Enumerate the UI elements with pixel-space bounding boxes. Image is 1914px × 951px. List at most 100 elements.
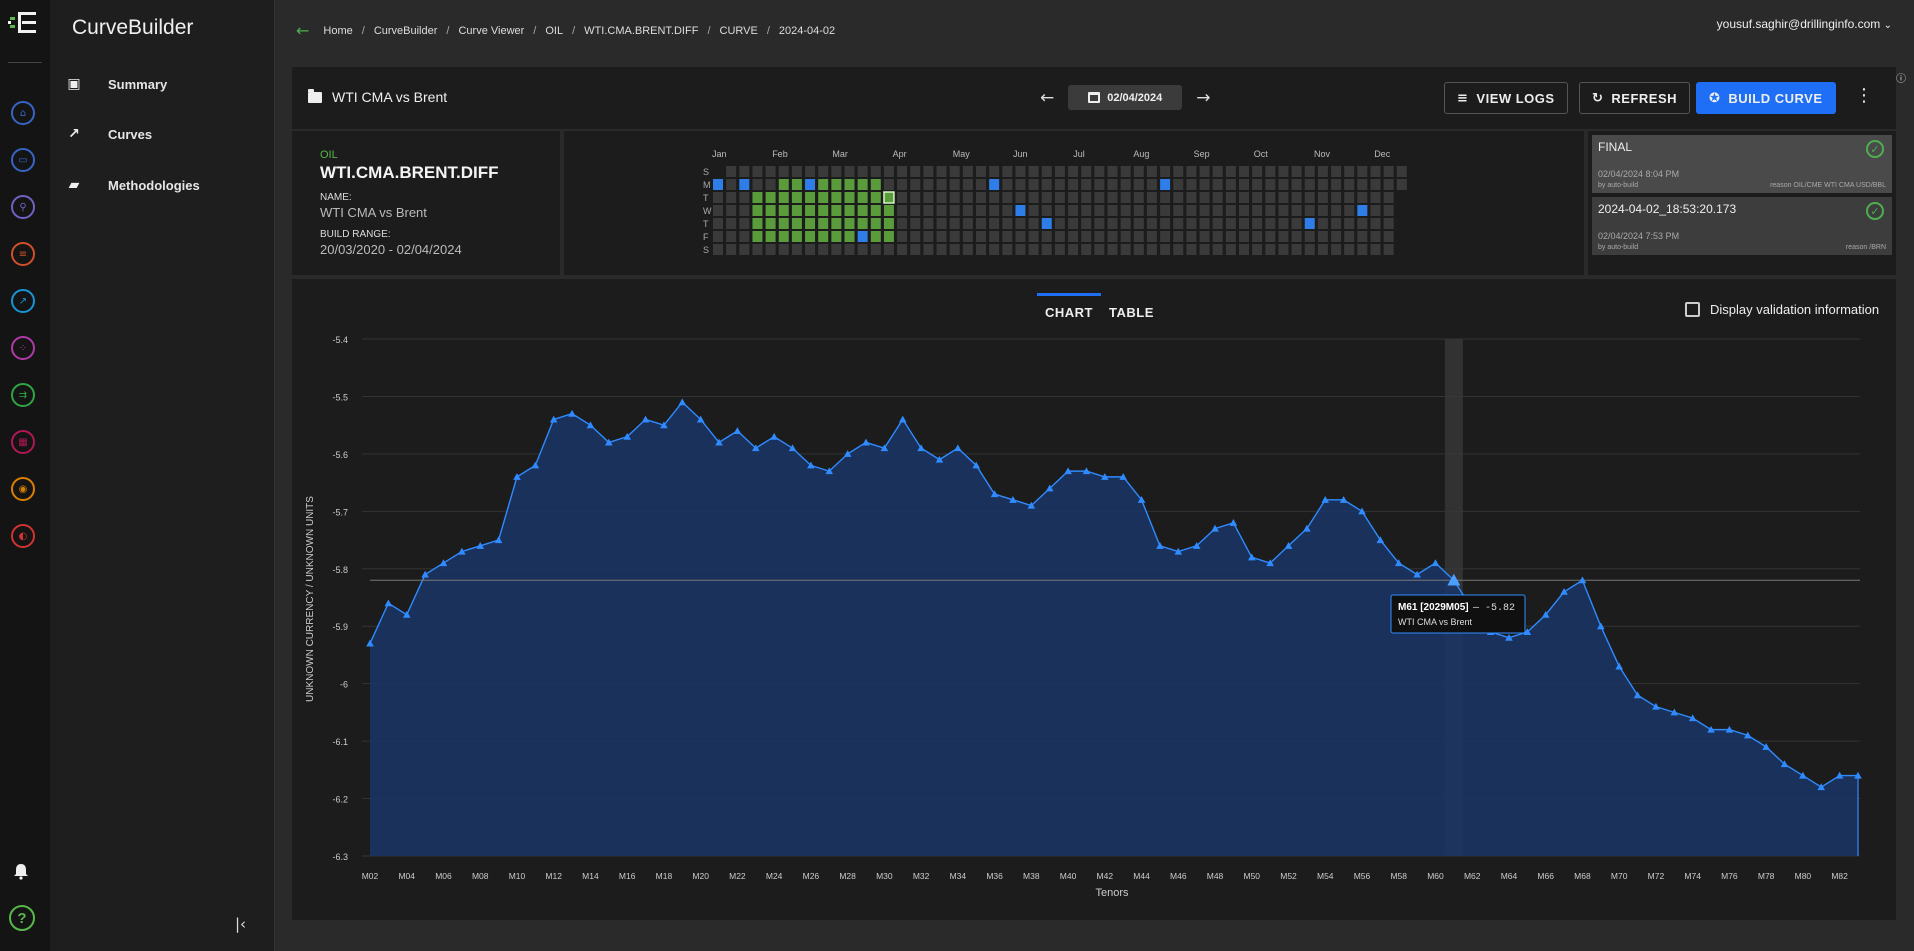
calendar-day-cell[interactable] — [962, 231, 973, 242]
calendar-day-cell[interactable] — [910, 166, 921, 177]
calendar-day-cell[interactable] — [936, 179, 947, 190]
calendar-day-cell[interactable] — [778, 218, 789, 229]
calendar-day-cell[interactable] — [739, 231, 750, 242]
calendar-day-cell[interactable] — [936, 205, 947, 216]
calendar-day-cell[interactable] — [1120, 192, 1131, 203]
crumb-curvebuilder[interactable]: CurveBuilder — [374, 25, 438, 37]
calendar-day-cell[interactable] — [1383, 205, 1394, 216]
calendar-day-cell[interactable] — [883, 179, 894, 190]
calendar-day-cell[interactable] — [752, 218, 763, 229]
calendar-day-cell[interactable] — [765, 179, 776, 190]
calendar-day-cell[interactable] — [857, 244, 868, 255]
build-item[interactable]: 2024-04-02_18:53:20.173 ✓ 02/04/2024 7:5… — [1592, 197, 1892, 255]
calendar-day-cell[interactable] — [713, 218, 723, 229]
calendar-day-cell[interactable] — [1160, 179, 1171, 190]
calendar-day-cell[interactable] — [713, 231, 723, 242]
calendar-day-cell[interactable] — [1304, 179, 1315, 190]
calendar-day-cell[interactable] — [989, 205, 1000, 216]
calendar-day-cell[interactable] — [805, 166, 816, 177]
calendar-day-cell[interactable] — [1278, 231, 1289, 242]
calendar-day-cell[interactable] — [1107, 192, 1118, 203]
calendar-day-cell[interactable] — [844, 179, 855, 190]
calendar-day-cell[interactable] — [897, 166, 908, 177]
calendar-day-cell[interactable] — [962, 179, 973, 190]
calendar-day-cell[interactable] — [1015, 244, 1026, 255]
calendar-day-cell[interactable] — [1199, 192, 1210, 203]
calendar-day-cell[interactable] — [726, 192, 737, 203]
back-arrow-icon[interactable]: ← — [296, 21, 309, 40]
calendar-day-cell[interactable] — [1107, 244, 1118, 255]
calendar-day-cell[interactable] — [1054, 244, 1065, 255]
calendar-day-cell[interactable] — [1212, 179, 1223, 190]
calendar-day-cell[interactable] — [976, 205, 986, 216]
calendar-day-cell[interactable] — [1041, 179, 1052, 190]
bank-icon[interactable]: ⌂ — [11, 101, 35, 125]
calendar-day-cell[interactable] — [962, 166, 973, 177]
calendar-day-cell[interactable] — [1304, 205, 1315, 216]
calendar-day-cell[interactable] — [1160, 244, 1171, 255]
calendar-day-cell[interactable] — [1357, 244, 1368, 255]
calendar-day-cell[interactable] — [1252, 231, 1263, 242]
calendar-day-cell[interactable] — [1173, 192, 1184, 203]
calendar-day-cell[interactable] — [1331, 244, 1342, 255]
calendar-day-cell[interactable] — [1291, 218, 1302, 229]
calendar-day-cell[interactable] — [805, 192, 816, 203]
calendar-day-cell[interactable] — [1133, 192, 1144, 203]
user-icon[interactable]: ◉ — [11, 477, 35, 501]
calendar-day-cell[interactable] — [1344, 166, 1355, 177]
calendar-day-cell[interactable] — [765, 166, 776, 177]
calendar-day-cell[interactable] — [1344, 231, 1355, 242]
calendar-day-cell[interactable] — [949, 231, 960, 242]
calendar-day-cell[interactable] — [818, 179, 829, 190]
calendar-day-cell[interactable] — [1094, 218, 1105, 229]
calendar-day-cell[interactable] — [1133, 179, 1144, 190]
calendar-day-cell[interactable] — [1370, 166, 1381, 177]
calendar-day-cell[interactable] — [910, 192, 921, 203]
data-point[interactable] — [733, 427, 742, 434]
calendar-day-cell[interactable] — [1054, 179, 1065, 190]
calendar-day-cell[interactable] — [1383, 179, 1394, 190]
calendar-day-cell[interactable] — [910, 244, 921, 255]
calendar-day-cell[interactable] — [910, 218, 921, 229]
calendar-day-cell[interactable] — [1239, 179, 1249, 190]
calendar-day-cell[interactable] — [897, 231, 908, 242]
calendar-day-cell[interactable] — [1094, 231, 1105, 242]
calendar-day-cell[interactable] — [1252, 166, 1263, 177]
calendar-day-cell[interactable] — [739, 218, 750, 229]
calendar-day-cell[interactable] — [1225, 205, 1236, 216]
calendar-day-cell[interactable] — [1383, 231, 1394, 242]
calendar-day-cell[interactable] — [923, 218, 934, 229]
calendar-day-cell[interactable] — [1239, 166, 1249, 177]
calendar-day-cell[interactable] — [831, 231, 842, 242]
calendar-day-cell[interactable] — [1265, 179, 1276, 190]
calendar-day-cell[interactable] — [976, 218, 986, 229]
calendar-day-cell[interactable] — [1317, 231, 1328, 242]
calendar-day-cell[interactable] — [1396, 166, 1407, 177]
calendar-day-cell[interactable] — [1357, 205, 1368, 216]
calendar-day-cell[interactable] — [857, 205, 868, 216]
calendar-day-cell[interactable] — [844, 192, 855, 203]
calendar-day-cell[interactable] — [976, 179, 986, 190]
calendar-day-cell[interactable] — [1239, 218, 1249, 229]
calendar-day-cell[interactable] — [1081, 205, 1092, 216]
calendar-day-cell[interactable] — [962, 244, 973, 255]
calendar-day-cell[interactable] — [791, 179, 802, 190]
calendar-day-cell[interactable] — [1133, 244, 1144, 255]
calendar-day-cell[interactable] — [857, 166, 868, 177]
calendar-day-cell[interactable] — [1173, 205, 1184, 216]
calendar-day-cell[interactable] — [949, 179, 960, 190]
calendar-day-cell[interactable] — [791, 231, 802, 242]
calendar-day-selected[interactable] — [883, 191, 895, 204]
calendar-day-cell[interactable] — [726, 244, 737, 255]
calendar-day-cell[interactable] — [1015, 218, 1026, 229]
calendar-day-cell[interactable] — [1291, 205, 1302, 216]
date-picker[interactable]: 02/04/2024 — [1068, 85, 1183, 110]
calendar-day-cell[interactable] — [818, 218, 829, 229]
calendar-day-cell[interactable] — [778, 244, 789, 255]
calendar-day-cell[interactable] — [1120, 179, 1131, 190]
build-curve-button[interactable]: ✪ BUILD CURVE — [1696, 82, 1836, 114]
calendar-day-cell[interactable] — [765, 231, 776, 242]
calendar-day-cell[interactable] — [1002, 231, 1013, 242]
calendar-day-cell[interactable] — [1081, 166, 1092, 177]
more-menu-icon[interactable]: ⋮ — [1855, 85, 1873, 106]
